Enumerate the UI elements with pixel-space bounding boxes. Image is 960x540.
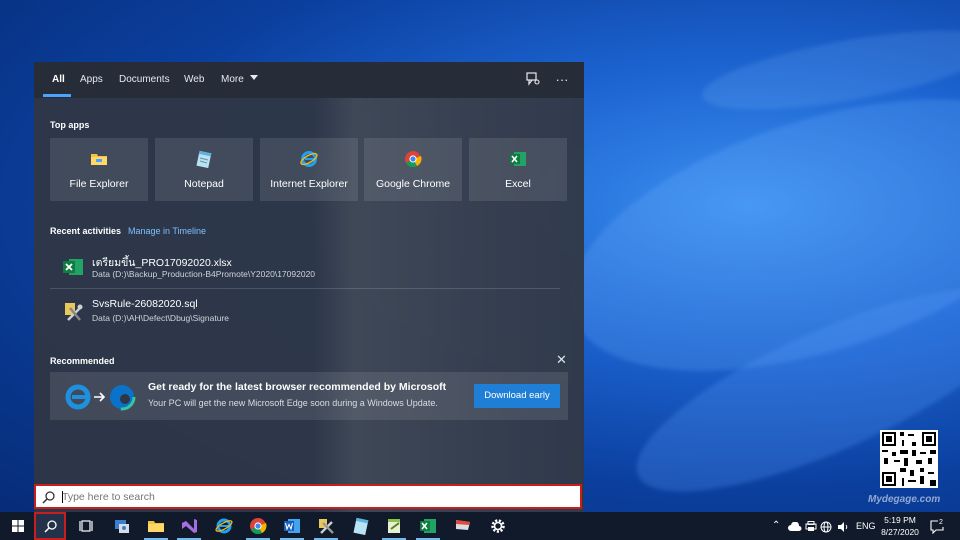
- ellipsis-icon[interactable]: ···: [554, 72, 570, 88]
- notepad-icon: [196, 150, 212, 168]
- notification-count: 2: [938, 518, 944, 527]
- network-icon[interactable]: [820, 512, 832, 540]
- recent-item-name: SvsRule-26082020.sql: [92, 298, 198, 310]
- taskbar-app[interactable]: [171, 512, 207, 540]
- cloud-icon[interactable]: [788, 512, 802, 540]
- tab-apps[interactable]: Apps: [80, 74, 103, 85]
- download-early-button[interactable]: Download early: [474, 384, 560, 408]
- recent-item[interactable]: เตรียมขึ้น_PRO17092020.xlsx Data (D:)\Ba…: [50, 248, 560, 284]
- taskbar-app[interactable]: [343, 512, 379, 540]
- tools-icon: [319, 519, 334, 534]
- presentation-icon: [456, 520, 470, 530]
- chevron-up-icon[interactable]: ⌃: [772, 512, 780, 540]
- notification-center[interactable]: 2: [930, 512, 948, 540]
- active-tab-indicator: [43, 94, 71, 97]
- clock[interactable]: 5:19 PM 8/27/2020: [875, 514, 925, 538]
- tab-all[interactable]: All: [52, 74, 65, 85]
- language-indicator[interactable]: ENG: [856, 512, 876, 540]
- task-view-icon: [79, 520, 93, 532]
- close-icon[interactable]: ✕: [556, 352, 567, 368]
- taskbar-app[interactable]: [104, 512, 140, 540]
- clock-time: 5:19 PM: [884, 515, 916, 525]
- recent-item[interactable]: SvsRule-26082020.sql Data (D:)\AH\Defect…: [50, 292, 560, 328]
- start-button[interactable]: [0, 512, 36, 540]
- app-tile-notepad[interactable]: Notepad: [155, 138, 253, 201]
- chrome-icon: [250, 518, 267, 535]
- search-filter-bar: All Apps Documents Web More ···: [34, 62, 584, 98]
- app-tile-file-explorer[interactable]: File Explorer: [50, 138, 148, 201]
- sql-file-icon: [65, 303, 83, 321]
- watermark: Mydegage.com: [868, 494, 941, 505]
- taskbar-app[interactable]: [274, 512, 310, 540]
- chrome-icon: [405, 151, 422, 168]
- internet-explorer-icon: [300, 151, 318, 167]
- edge-upgrade-icon: [65, 383, 136, 411]
- tab-more[interactable]: More: [221, 74, 258, 85]
- text-caret: [62, 491, 63, 503]
- folder-icon: [91, 154, 107, 165]
- windows-logo-icon: [12, 520, 24, 532]
- excel-file-icon: [63, 259, 83, 275]
- recent-item-path: Data (D:)\Backup_Production-B4Promote\Y2…: [92, 269, 316, 279]
- taskbar-app[interactable]: [376, 512, 412, 540]
- settings-icon: [491, 519, 505, 533]
- taskbar-search-button[interactable]: [34, 512, 66, 540]
- taskbar-app[interactable]: [240, 512, 276, 540]
- recommendation-subtitle: Your PC will get the new Microsoft Edge …: [148, 398, 438, 408]
- app-tile-excel[interactable]: Excel: [469, 138, 567, 201]
- chevron-down-icon: [249, 75, 258, 80]
- app-tile-google-chrome[interactable]: Google Chrome: [364, 138, 462, 201]
- tab-web[interactable]: Web: [184, 74, 204, 85]
- search-icon: [44, 520, 57, 533]
- recommended-heading: Recommended: [50, 356, 115, 366]
- taskbar-app[interactable]: [206, 512, 242, 540]
- taskbar: ⌃ ENG 5:19 PM 8/27/2020 2: [0, 512, 960, 540]
- visual-studio-icon: [182, 519, 197, 533]
- recommendation-title: Get ready for the latest browser recomme…: [148, 381, 447, 393]
- search-box[interactable]: [34, 484, 582, 509]
- task-view-button[interactable]: [68, 512, 104, 540]
- file-explorer-icon: [148, 521, 164, 532]
- control-panel-icon: [115, 520, 129, 533]
- taskbar-app[interactable]: [138, 512, 174, 540]
- search-input[interactable]: [62, 488, 562, 505]
- top-apps-heading: Top apps: [50, 120, 90, 130]
- taskbar-app[interactable]: [308, 512, 344, 540]
- word-icon: [284, 519, 300, 533]
- printer-icon[interactable]: [805, 512, 817, 540]
- internet-explorer-icon: [215, 518, 233, 534]
- qr-code: [880, 430, 938, 488]
- notepad-plus-icon: [388, 519, 400, 533]
- search-panel: All Apps Documents Web More ··· Top apps…: [34, 62, 584, 514]
- tab-documents[interactable]: Documents: [119, 74, 170, 85]
- clock-date: 8/27/2020: [881, 527, 919, 537]
- recommendation-card: Get ready for the latest browser recomme…: [50, 372, 568, 420]
- feedback-icon[interactable]: [525, 72, 541, 88]
- recent-activities-heading: Recent activities: [50, 226, 122, 236]
- recent-item-path: Data (D:)\AH\Defect\Dbug\Signature: [92, 313, 230, 323]
- search-icon: [42, 491, 55, 504]
- excel-icon: [510, 152, 526, 166]
- taskbar-app[interactable]: [410, 512, 446, 540]
- taskbar-app[interactable]: [445, 512, 481, 540]
- notepad-icon: [353, 517, 369, 535]
- taskbar-app[interactable]: [480, 512, 516, 540]
- app-tile-internet-explorer[interactable]: Internet Explorer: [260, 138, 358, 201]
- divider: [50, 288, 560, 289]
- volume-icon[interactable]: [837, 512, 849, 540]
- manage-timeline-link[interactable]: Manage in Timeline: [128, 226, 206, 236]
- excel-icon: [420, 519, 436, 533]
